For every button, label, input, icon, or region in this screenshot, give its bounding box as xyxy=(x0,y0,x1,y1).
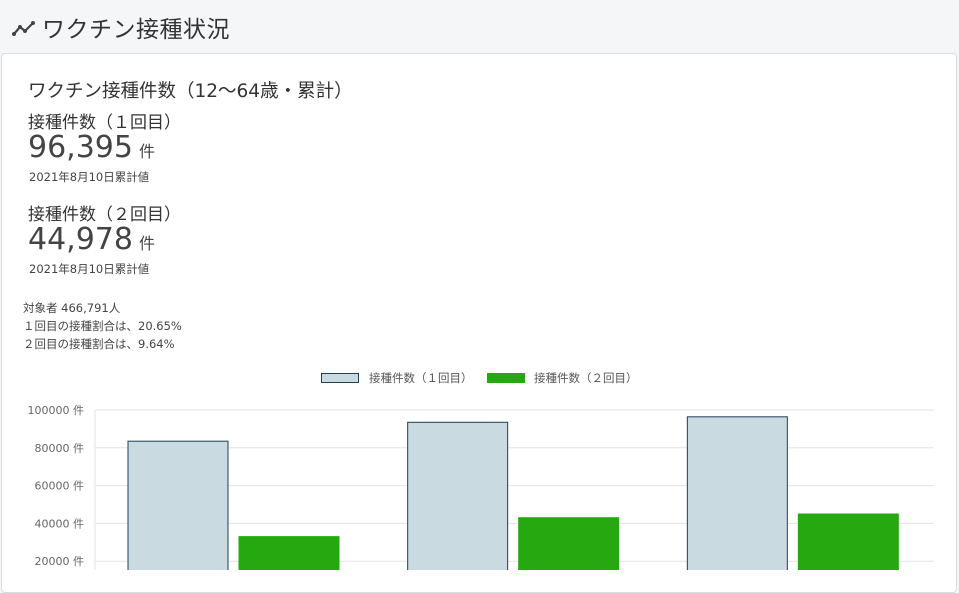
y-tick-label: 60000 件 xyxy=(35,480,85,493)
metric-unit-second-dose: 件 xyxy=(138,234,155,253)
legend-swatch-second-dose xyxy=(487,373,525,383)
bar-series-1-group-1[interactable] xyxy=(127,440,229,570)
page-title: ワクチン接種状況 xyxy=(42,17,230,43)
legend-swatch-first-dose xyxy=(321,373,359,383)
second-dose-rate: ２回目の接種割合は、9.64% xyxy=(23,337,175,351)
page-header: ワクチン接種状況 xyxy=(0,0,959,52)
metric-number-first-dose: 96,395 xyxy=(28,130,133,165)
y-tick-label: 100000 件 xyxy=(28,404,85,417)
bar-series-2-group-3[interactable] xyxy=(797,513,899,570)
legend-label-first-dose: 接種件数（１回目） xyxy=(369,371,473,385)
bar-chart: 100000 件 80000 件 60000 件 40000 件 20000 件 xyxy=(28,404,934,570)
bar-series-2-group-2[interactable] xyxy=(518,517,620,570)
bar-series-1-group-3[interactable] xyxy=(686,416,788,570)
first-dose-rate: １回目の接種割合は、20.65% xyxy=(23,319,182,333)
y-tick-label: 20000 件 xyxy=(35,555,85,568)
metric-date-second-dose: 2021年8月10日累計値 xyxy=(29,262,150,276)
legend-label-second-dose: 接種件数（２回目） xyxy=(534,371,638,385)
chart-legend: 接種件数（１回目） 接種件数（２回目） xyxy=(0,369,959,387)
coverage-summary: 対象者 466,791人 １回目の接種割合は、20.65% ２回目の接種割合は、… xyxy=(23,299,182,353)
metric-value-first-dose: 96,395 件 xyxy=(28,130,155,165)
metric-number-second-dose: 44,978 xyxy=(28,222,133,257)
bar-series-2-group-1[interactable] xyxy=(238,536,340,570)
target-population: 対象者 466,791人 xyxy=(23,301,121,315)
metric-date-first-dose: 2021年8月10日累計値 xyxy=(29,170,150,184)
metric-unit-first-dose: 件 xyxy=(138,142,155,161)
line-chart-icon xyxy=(12,21,35,36)
y-tick-label: 80000 件 xyxy=(35,442,85,455)
y-tick-label: 40000 件 xyxy=(35,517,85,530)
bar-series-1-group-2[interactable] xyxy=(407,421,509,570)
metric-value-second-dose: 44,978 件 xyxy=(28,222,155,257)
card-title: ワクチン接種件数（12〜64歳・累計） xyxy=(28,81,353,102)
